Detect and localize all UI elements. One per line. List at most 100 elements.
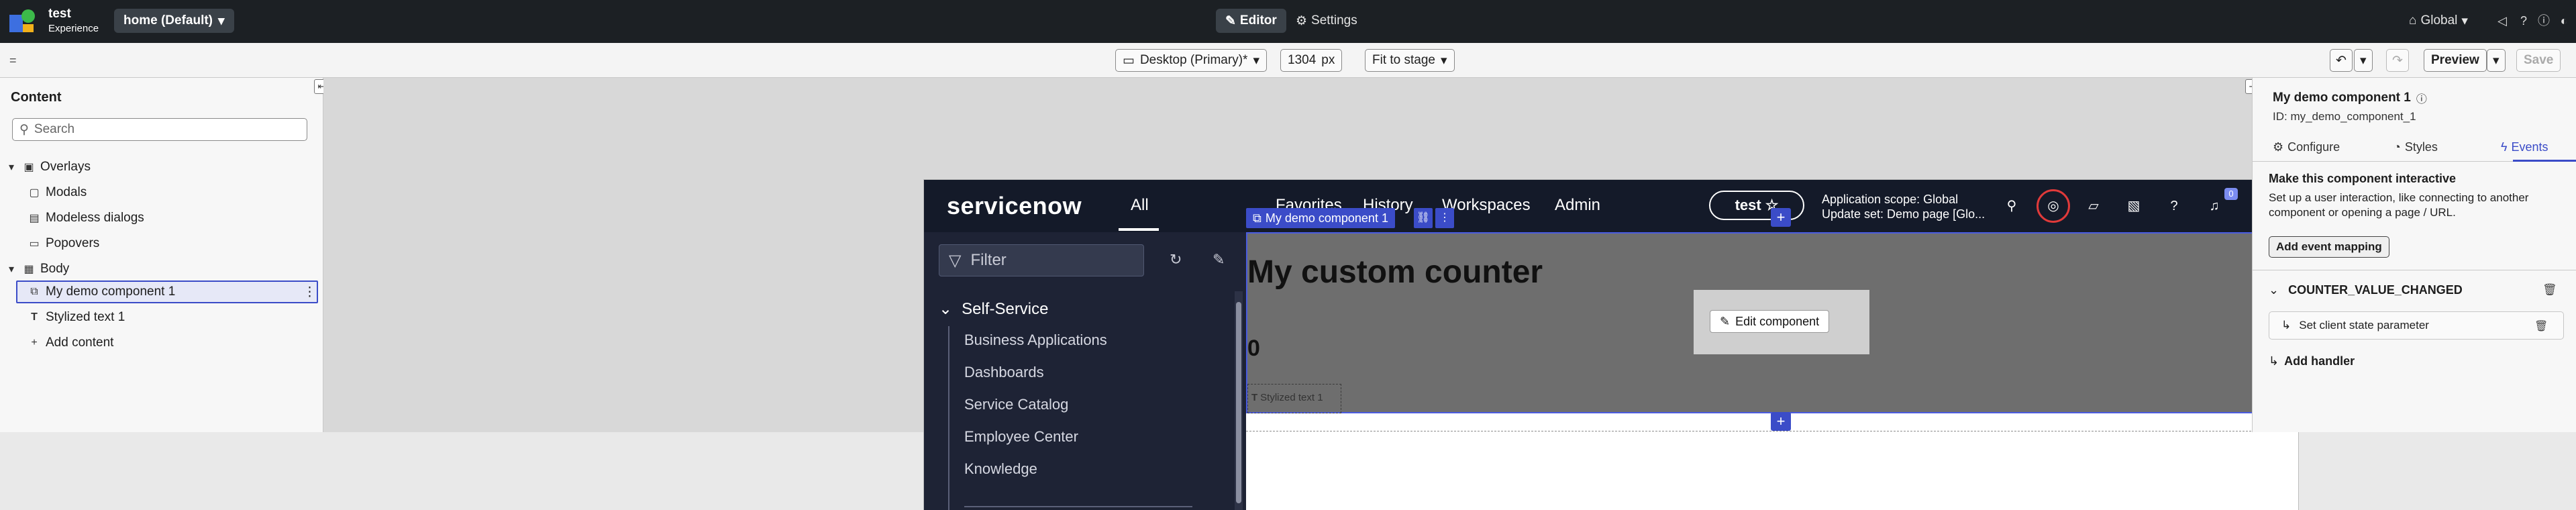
tree-item-stylized-text[interactable]: T Stylized text 1 xyxy=(28,310,125,325)
caret-down-icon: ▾ xyxy=(218,13,225,28)
demo-component-selection[interactable]: My custom counter 0 ✎ Edit component T S… xyxy=(1246,232,2298,413)
more-options-icon[interactable]: ⋮ xyxy=(303,285,316,300)
width-input[interactable]: 1304 px xyxy=(1280,49,1343,72)
menu-link-dashboards[interactable]: Dashboards xyxy=(964,364,1044,381)
menu-link-employee-center[interactable]: Employee Center xyxy=(964,428,1078,446)
tree-item-overlays[interactable]: ▾ ▣ Overlays xyxy=(5,160,91,174)
add-event-mapping-button[interactable]: Add event mapping xyxy=(2269,236,2389,258)
save-label: Save xyxy=(2524,53,2554,67)
caret-down-icon: ▾ xyxy=(8,162,15,173)
help-icon[interactable]: ? xyxy=(2516,13,2531,28)
palette-icon: ◔ xyxy=(2393,140,2401,154)
component-count: 0 xyxy=(1247,336,1260,361)
tab-settings[interactable]: ⚙ Settings xyxy=(1292,9,1361,33)
editor-canvas: servicenow All Favorites History Workspa… xyxy=(323,78,2298,510)
tree-item-label: Stylized text 1 xyxy=(46,310,125,324)
menu-link-knowledge[interactable]: Knowledge xyxy=(964,460,1037,478)
tab-styles[interactable]: ◔ Styles xyxy=(2393,136,2438,158)
edit-component-label: Edit component xyxy=(1735,314,1820,328)
menu-link-service-catalog[interactable]: Service Catalog xyxy=(964,396,1068,413)
zoom-select[interactable]: Fit to stage ▾ xyxy=(1365,49,1455,72)
edit-component-button[interactable]: ✎ Edit component xyxy=(1710,310,1830,333)
search-icon: ⚲ xyxy=(19,122,29,137)
navigator-scrollbar-thumb[interactable] xyxy=(1236,302,1241,503)
tree-item-label: Body xyxy=(40,262,70,276)
menu-link-business-applications[interactable]: Business Applications xyxy=(964,332,1107,349)
properties-title-text: My demo component 1 xyxy=(2273,91,2411,105)
tab-events[interactable]: ϟ Events xyxy=(2501,136,2548,158)
nav-admin[interactable]: Admin xyxy=(1555,196,1600,215)
modal-icon: ▢ xyxy=(29,187,40,199)
tab-configure[interactable]: ⚙ Configure xyxy=(2273,136,2340,158)
add-below-button[interactable]: + xyxy=(1771,412,1791,431)
tree-item-label: Popovers xyxy=(46,236,100,250)
add-handler-button[interactable]: ↳ Add handler xyxy=(2269,354,2355,368)
menu-section-self-service[interactable]: ⌄ Self-Service xyxy=(939,299,1048,319)
globe-icon[interactable]: ◎ xyxy=(2045,197,2062,215)
popover-icon: ▭ xyxy=(29,238,40,250)
redo-icon: ↷ xyxy=(2392,53,2403,68)
save-button[interactable]: Save xyxy=(2516,49,2561,72)
stylized-text-label-text: Stylized text 1 xyxy=(1260,392,1323,403)
scope-select[interactable]: ⌂ Global ▾ xyxy=(2409,9,2468,33)
tree-item-modals[interactable]: ▢ Modals xyxy=(28,185,87,200)
menu-divider xyxy=(964,506,1192,507)
tab-editor[interactable]: ✎ Editor xyxy=(1216,9,1286,33)
pin-icon[interactable]: ✎ xyxy=(1213,251,1225,268)
component-selection-label[interactable]: ⧉ My demo component 1 xyxy=(1246,208,1395,228)
overlay-icon: ▣ xyxy=(23,162,34,173)
info-icon[interactable]: ⓘ xyxy=(2536,13,2551,28)
chevron-down-icon: ⌄ xyxy=(939,300,953,318)
chevron-down-icon: ⌄ xyxy=(2269,283,2279,297)
caret-down-icon: ▾ xyxy=(2360,53,2367,68)
app-title: test xyxy=(48,7,71,21)
device-select[interactable]: ▭ Desktop (Primary)* ▾ xyxy=(1115,49,1267,72)
trash-icon[interactable]: 🗑 xyxy=(2534,319,2548,333)
event-mapping-header[interactable]: ⌄ COUNTER_VALUE_CHANGED xyxy=(2269,283,2463,297)
link-icon[interactable]: ⛓ xyxy=(1414,208,1433,228)
page-select[interactable]: home (Default) ▾ xyxy=(114,9,234,33)
caret-down-icon: ▾ xyxy=(2461,13,2468,28)
menu-tree-line xyxy=(948,326,949,510)
tree-item-label: Overlays xyxy=(40,160,91,174)
nav-all[interactable]: All xyxy=(1131,196,1149,215)
events-heading: Make this component interactive xyxy=(2269,172,2457,185)
zoom-select-label: Fit to stage xyxy=(1372,53,1435,67)
chat-icon[interactable]: ▱ xyxy=(2085,197,2102,215)
filter-input[interactable]: ▽ Filter xyxy=(939,244,1144,276)
theme-toggle-icon[interactable]: ◐ xyxy=(2557,13,2571,28)
content-search-input[interactable]: ⚲ Search xyxy=(12,118,307,141)
tree-item-popovers[interactable]: ▭ Popovers xyxy=(28,236,99,251)
properties-panel: My demo component 1 ⓘ ID: my_demo_compon… xyxy=(2252,78,2576,432)
events-description: Set up a user interaction, like connecti… xyxy=(2269,191,2529,219)
info-icon[interactable]: ⓘ xyxy=(2416,90,2427,106)
redo-button[interactable]: ↷ xyxy=(2386,49,2409,72)
tree-item-body[interactable]: ▾ ▦ Body xyxy=(5,262,69,276)
trash-icon[interactable]: 🗑 xyxy=(2542,283,2557,297)
search-icon[interactable]: ⚲ xyxy=(2003,197,2020,215)
tab-events-label: Events xyxy=(2511,140,2548,154)
tree-item-label: Modals xyxy=(46,185,87,199)
app-top-bar: test Experience home (Default) ▾ ✎ Edito… xyxy=(0,0,2576,43)
preview-menu-button[interactable]: ▾ xyxy=(2487,49,2506,72)
megaphone-icon[interactable]: ◁ xyxy=(2495,13,2510,28)
bell-icon[interactable]: ♫ xyxy=(2206,197,2223,215)
admin-icon[interactable]: ▧ xyxy=(2125,197,2143,215)
help-icon[interactable]: ? xyxy=(2165,197,2183,215)
text-icon: T xyxy=(1251,392,1258,403)
tree-item-my-demo-component[interactable]: ⧉ My demo component 1 xyxy=(28,285,175,299)
refresh-icon[interactable]: ↻ xyxy=(1170,251,1182,268)
event-handler-item[interactable]: ↳ Set client state parameter xyxy=(2269,311,2564,340)
add-above-button[interactable]: + xyxy=(1771,208,1791,227)
undo-menu-button[interactable]: ▾ xyxy=(2354,49,2373,72)
tree-item-label: My demo component 1 xyxy=(46,285,176,299)
component-selection-label-text: My demo component 1 xyxy=(1265,211,1388,225)
tree-item-modeless-dialogs[interactable]: ▤ Modeless dialogs xyxy=(28,211,144,225)
layout-icon: ▦ xyxy=(23,264,34,275)
preview-button[interactable]: Preview xyxy=(2424,49,2487,72)
undo-button[interactable]: ↶ xyxy=(2330,49,2353,72)
menu-icon[interactable]: = xyxy=(9,54,17,68)
add-content-button[interactable]: + Add content xyxy=(28,336,113,350)
nav-workspaces[interactable]: Workspaces xyxy=(1442,196,1531,215)
more-options-icon[interactable]: ⋮ xyxy=(1435,208,1454,228)
